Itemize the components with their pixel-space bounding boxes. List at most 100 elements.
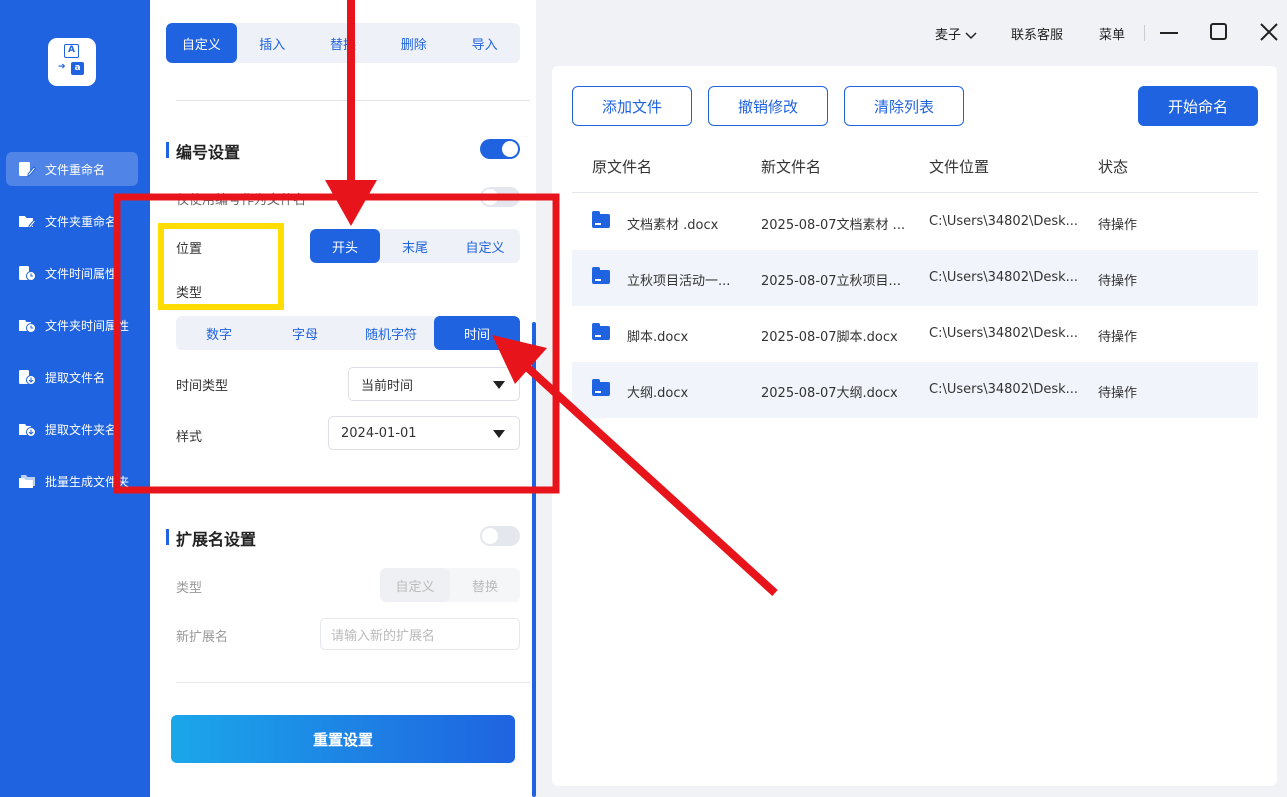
only-number-toggle[interactable] xyxy=(480,187,520,207)
support-link[interactable]: 联系客服 xyxy=(1011,24,1063,43)
cell-new: 2025-08-07文档素材 ... xyxy=(761,218,906,233)
folder-icon xyxy=(592,379,610,396)
style-value: 2024-01-01 xyxy=(341,425,417,441)
tab-delete[interactable]: 删除 xyxy=(378,23,449,63)
cell-status: 待操作 xyxy=(1098,218,1138,233)
numbering-section-title: 编号设置 xyxy=(166,139,240,163)
extension-section-title: 扩展名设置 xyxy=(166,526,256,550)
sidebar-item-file-time[interactable]: 文件时间属性 xyxy=(6,256,138,290)
style-dropdown[interactable]: 2024-01-01 xyxy=(328,416,520,450)
folder-edit-icon xyxy=(19,216,36,229)
table-row[interactable]: 大纲.docx 2025-08-07大纲.docx C:\Users\34802… xyxy=(572,362,1258,418)
type-selector: 数字 字母 随机字符 时间 xyxy=(176,316,520,350)
sidebar-item-extract-filename[interactable]: 提取文件名 xyxy=(6,360,138,394)
table-row[interactable]: 文档素材 .docx 2025-08-07文档素材 ... C:\Users\3… xyxy=(572,194,1258,250)
cell-location: C:\Users\34802\Desk... xyxy=(929,326,1079,341)
sidebar-item-label: 文件夹时间属性 xyxy=(45,318,130,333)
header-divider xyxy=(572,192,1258,193)
column-header-original: 原文件名 xyxy=(592,158,653,176)
tab-custom[interactable]: 自定义 xyxy=(166,23,237,63)
folder-extract-icon xyxy=(19,424,36,437)
time-type-label: 时间类型 xyxy=(176,379,229,394)
sidebar-item-file-rename[interactable]: 文件重命名 xyxy=(6,152,138,186)
folder-icon xyxy=(592,267,610,284)
ext-type-replace[interactable]: 替换 xyxy=(450,568,520,602)
start-rename-button[interactable]: 开始命名 xyxy=(1138,86,1258,126)
sidebar-item-label: 批量生成文件夹 xyxy=(45,474,130,489)
ext-type-label: 类型 xyxy=(176,581,203,596)
extension-toggle[interactable] xyxy=(480,526,520,546)
settings-scrollbar[interactable] xyxy=(532,322,536,797)
sidebar-item-extract-foldername[interactable]: 提取文件夹名 xyxy=(6,412,138,446)
cell-status: 待操作 xyxy=(1098,274,1138,289)
file-list-card xyxy=(552,66,1277,786)
divider xyxy=(176,682,530,683)
column-header-location: 文件位置 xyxy=(929,158,990,176)
type-number[interactable]: 数字 xyxy=(176,316,262,350)
cell-status: 待操作 xyxy=(1098,330,1138,345)
mode-tabs: 自定义 插入 替换 删除 导入 xyxy=(166,23,520,63)
time-type-dropdown[interactable]: 当前时间 xyxy=(348,367,520,401)
style-label: 样式 xyxy=(176,430,203,445)
cell-new: 2025-08-07大纲.docx xyxy=(761,386,898,401)
column-header-new: 新文件名 xyxy=(761,158,822,176)
position-end[interactable]: 末尾 xyxy=(380,229,450,263)
position-custom[interactable]: 自定义 xyxy=(450,229,520,263)
type-letter[interactable]: 字母 xyxy=(262,316,348,350)
user-name: 麦子 xyxy=(935,28,962,43)
caret-down-icon xyxy=(493,430,505,438)
minimize-icon[interactable] xyxy=(1160,31,1178,35)
table-row[interactable]: 立秋项目活动一... 2025-08-07立秋项目... C:\Users\34… xyxy=(572,250,1258,306)
file-edit-icon xyxy=(19,162,36,177)
tab-import[interactable]: 导入 xyxy=(449,23,520,63)
file-extract-icon xyxy=(19,370,36,385)
chevron-down-icon xyxy=(965,31,977,39)
time-type-value: 当前时间 xyxy=(361,378,414,394)
new-ext-input[interactable]: 请输入新的扩展名 xyxy=(320,618,520,650)
divider xyxy=(176,100,530,101)
cell-original: 文档素材 .docx xyxy=(627,218,719,233)
cell-status: 待操作 xyxy=(1098,386,1138,401)
sidebar-item-folder-time[interactable]: 文件夹时间属性 xyxy=(6,308,138,342)
cell-original: 立秋项目活动一... xyxy=(627,274,731,289)
new-ext-label: 新扩展名 xyxy=(176,630,229,645)
reset-settings-button[interactable]: 重置设置 xyxy=(171,715,515,763)
clear-list-button[interactable]: 清除列表 xyxy=(844,86,964,126)
sidebar: A ➔ a 文件重命名 文件夹重命名 文件时间属性 文件夹时间属性 提取文件名 提取… xyxy=(0,0,150,797)
file-clock-icon xyxy=(19,266,36,281)
ext-type-custom[interactable]: 自定义 xyxy=(380,568,450,602)
type-label: 类型 xyxy=(176,286,203,301)
type-time[interactable]: 时间 xyxy=(434,316,520,350)
column-header-status: 状态 xyxy=(1098,158,1129,176)
cell-location: C:\Users\34802\Desk... xyxy=(929,214,1079,229)
cell-location: C:\Users\34802\Desk... xyxy=(929,270,1079,285)
only-number-option-label: 仅使用编号作为文件名 xyxy=(176,193,307,208)
menu-link[interactable]: 菜单 xyxy=(1099,24,1125,43)
sidebar-item-label: 文件时间属性 xyxy=(45,266,118,281)
tab-insert[interactable]: 插入 xyxy=(237,23,308,63)
folder-icon xyxy=(592,211,610,228)
numbering-toggle[interactable] xyxy=(480,139,520,159)
sidebar-item-batch-folders[interactable]: 批量生成文件夹 xyxy=(6,464,138,498)
cell-location: C:\Users\34802\Desk... xyxy=(929,382,1079,397)
cell-original: 大纲.docx xyxy=(627,386,689,401)
position-label: 位置 xyxy=(176,242,203,257)
sidebar-item-folder-rename[interactable]: 文件夹重命名 xyxy=(6,204,138,238)
caret-down-icon xyxy=(493,381,505,389)
type-random[interactable]: 随机字符 xyxy=(348,316,434,350)
sidebar-item-label: 文件夹重命名 xyxy=(45,214,118,229)
table-row[interactable]: 脚本.docx 2025-08-07脚本.docx C:\Users\34802… xyxy=(572,306,1258,362)
position-start[interactable]: 开头 xyxy=(310,229,380,263)
close-icon[interactable] xyxy=(1260,23,1278,41)
user-menu[interactable]: 麦子 xyxy=(935,24,977,43)
undo-changes-button[interactable]: 撤销修改 xyxy=(708,86,828,126)
sidebar-item-label: 文件重命名 xyxy=(45,162,106,177)
folders-icon xyxy=(19,475,35,488)
topbar-separator xyxy=(1144,25,1145,41)
add-file-button[interactable]: 添加文件 xyxy=(572,86,692,126)
tab-replace[interactable]: 替换 xyxy=(308,23,379,63)
sidebar-item-label: 提取文件夹名 xyxy=(45,422,118,437)
position-selector: 开头 末尾 自定义 xyxy=(310,229,520,263)
maximize-icon[interactable] xyxy=(1210,23,1228,41)
folder-clock-icon xyxy=(19,320,36,333)
